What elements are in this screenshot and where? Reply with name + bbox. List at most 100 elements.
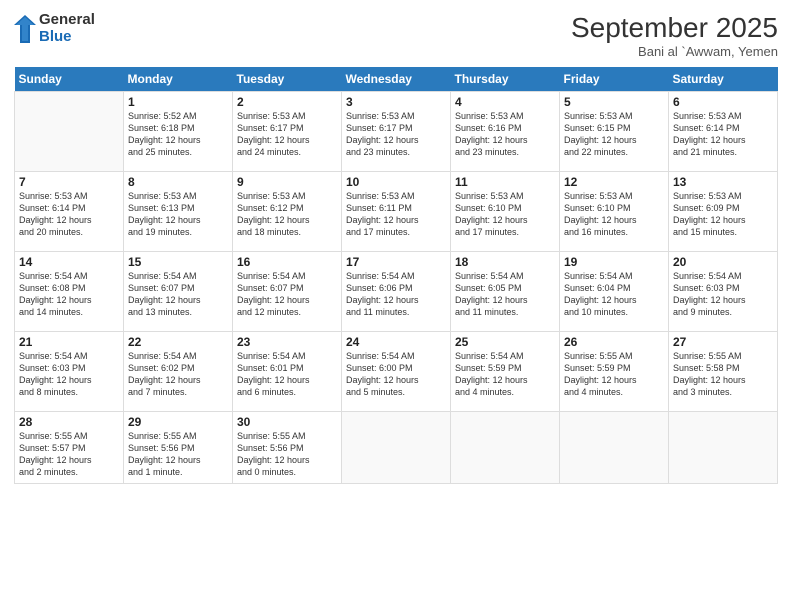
- cell-content: Sunrise: 5:54 AM Sunset: 6:06 PM Dayligh…: [346, 270, 446, 319]
- day-number: 25: [455, 335, 555, 349]
- day-number: 29: [128, 415, 228, 429]
- cell-content: Sunrise: 5:54 AM Sunset: 6:05 PM Dayligh…: [455, 270, 555, 319]
- cell-content: Sunrise: 5:54 AM Sunset: 5:59 PM Dayligh…: [455, 350, 555, 399]
- cal-cell: 15Sunrise: 5:54 AM Sunset: 6:07 PM Dayli…: [124, 252, 233, 332]
- cal-cell: 1Sunrise: 5:52 AM Sunset: 6:18 PM Daylig…: [124, 92, 233, 172]
- cal-cell: 21Sunrise: 5:54 AM Sunset: 6:03 PM Dayli…: [15, 332, 124, 412]
- day-number: 16: [237, 255, 337, 269]
- cal-cell: 13Sunrise: 5:53 AM Sunset: 6:09 PM Dayli…: [669, 172, 778, 252]
- header-sunday: Sunday: [15, 67, 124, 92]
- day-number: 3: [346, 95, 446, 109]
- cell-content: Sunrise: 5:55 AM Sunset: 5:59 PM Dayligh…: [564, 350, 664, 399]
- cell-content: Sunrise: 5:55 AM Sunset: 5:58 PM Dayligh…: [673, 350, 773, 399]
- cal-cell: 3Sunrise: 5:53 AM Sunset: 6:17 PM Daylig…: [342, 92, 451, 172]
- cell-content: Sunrise: 5:54 AM Sunset: 6:02 PM Dayligh…: [128, 350, 228, 399]
- cal-cell: 10Sunrise: 5:53 AM Sunset: 6:11 PM Dayli…: [342, 172, 451, 252]
- day-header-row: Sunday Monday Tuesday Wednesday Thursday…: [15, 67, 778, 92]
- cell-content: Sunrise: 5:53 AM Sunset: 6:11 PM Dayligh…: [346, 190, 446, 239]
- cell-content: Sunrise: 5:54 AM Sunset: 6:00 PM Dayligh…: [346, 350, 446, 399]
- cell-content: Sunrise: 5:53 AM Sunset: 6:17 PM Dayligh…: [237, 110, 337, 159]
- day-number: 18: [455, 255, 555, 269]
- cal-cell: 20Sunrise: 5:54 AM Sunset: 6:03 PM Dayli…: [669, 252, 778, 332]
- title-area: September 2025 Bani al `Awwam, Yemen: [571, 12, 778, 59]
- cal-cell: 28Sunrise: 5:55 AM Sunset: 5:57 PM Dayli…: [15, 412, 124, 484]
- cell-content: Sunrise: 5:53 AM Sunset: 6:13 PM Dayligh…: [128, 190, 228, 239]
- day-number: 30: [237, 415, 337, 429]
- day-number: 27: [673, 335, 773, 349]
- day-number: 13: [673, 175, 773, 189]
- calendar-week-3: 14Sunrise: 5:54 AM Sunset: 6:08 PM Dayli…: [15, 252, 778, 332]
- cal-cell: 29Sunrise: 5:55 AM Sunset: 5:56 PM Dayli…: [124, 412, 233, 484]
- cal-cell: 2Sunrise: 5:53 AM Sunset: 6:17 PM Daylig…: [233, 92, 342, 172]
- logo-general: General: [39, 12, 95, 29]
- cal-cell: 16Sunrise: 5:54 AM Sunset: 6:07 PM Dayli…: [233, 252, 342, 332]
- day-number: 12: [564, 175, 664, 189]
- location-subtitle: Bani al `Awwam, Yemen: [571, 44, 778, 59]
- header-wednesday: Wednesday: [342, 67, 451, 92]
- month-title: September 2025: [571, 12, 778, 44]
- cell-content: Sunrise: 5:55 AM Sunset: 5:56 PM Dayligh…: [128, 430, 228, 479]
- day-number: 11: [455, 175, 555, 189]
- day-number: 19: [564, 255, 664, 269]
- logo-icon: [14, 15, 36, 43]
- logo: General Blue: [14, 12, 95, 45]
- cal-cell: 7Sunrise: 5:53 AM Sunset: 6:14 PM Daylig…: [15, 172, 124, 252]
- day-number: 5: [564, 95, 664, 109]
- cell-content: Sunrise: 5:53 AM Sunset: 6:17 PM Dayligh…: [346, 110, 446, 159]
- cell-content: Sunrise: 5:53 AM Sunset: 6:10 PM Dayligh…: [564, 190, 664, 239]
- cell-content: Sunrise: 5:54 AM Sunset: 6:08 PM Dayligh…: [19, 270, 119, 319]
- header-friday: Friday: [560, 67, 669, 92]
- day-number: 20: [673, 255, 773, 269]
- cell-content: Sunrise: 5:53 AM Sunset: 6:14 PM Dayligh…: [19, 190, 119, 239]
- header-thursday: Thursday: [451, 67, 560, 92]
- cal-cell: 24Sunrise: 5:54 AM Sunset: 6:00 PM Dayli…: [342, 332, 451, 412]
- cell-content: Sunrise: 5:53 AM Sunset: 6:14 PM Dayligh…: [673, 110, 773, 159]
- day-number: 22: [128, 335, 228, 349]
- header-tuesday: Tuesday: [233, 67, 342, 92]
- cal-cell: 9Sunrise: 5:53 AM Sunset: 6:12 PM Daylig…: [233, 172, 342, 252]
- cell-content: Sunrise: 5:54 AM Sunset: 6:03 PM Dayligh…: [673, 270, 773, 319]
- cell-content: Sunrise: 5:54 AM Sunset: 6:03 PM Dayligh…: [19, 350, 119, 399]
- cal-cell: [342, 412, 451, 484]
- cal-cell: 25Sunrise: 5:54 AM Sunset: 5:59 PM Dayli…: [451, 332, 560, 412]
- cal-cell: 12Sunrise: 5:53 AM Sunset: 6:10 PM Dayli…: [560, 172, 669, 252]
- day-number: 28: [19, 415, 119, 429]
- cal-cell: [451, 412, 560, 484]
- cell-content: Sunrise: 5:53 AM Sunset: 6:16 PM Dayligh…: [455, 110, 555, 159]
- cell-content: Sunrise: 5:54 AM Sunset: 6:01 PM Dayligh…: [237, 350, 337, 399]
- cell-content: Sunrise: 5:52 AM Sunset: 6:18 PM Dayligh…: [128, 110, 228, 159]
- cal-cell: [669, 412, 778, 484]
- cal-cell: 6Sunrise: 5:53 AM Sunset: 6:14 PM Daylig…: [669, 92, 778, 172]
- calendar-week-4: 21Sunrise: 5:54 AM Sunset: 6:03 PM Dayli…: [15, 332, 778, 412]
- cal-cell: [15, 92, 124, 172]
- cal-cell: 26Sunrise: 5:55 AM Sunset: 5:59 PM Dayli…: [560, 332, 669, 412]
- day-number: 17: [346, 255, 446, 269]
- cell-content: Sunrise: 5:54 AM Sunset: 6:07 PM Dayligh…: [237, 270, 337, 319]
- logo-blue: Blue: [39, 29, 95, 46]
- day-number: 14: [19, 255, 119, 269]
- cal-cell: [560, 412, 669, 484]
- header: General Blue September 2025 Bani al `Aww…: [14, 12, 778, 59]
- cell-content: Sunrise: 5:53 AM Sunset: 6:15 PM Dayligh…: [564, 110, 664, 159]
- cell-content: Sunrise: 5:53 AM Sunset: 6:10 PM Dayligh…: [455, 190, 555, 239]
- day-number: 8: [128, 175, 228, 189]
- day-number: 6: [673, 95, 773, 109]
- header-saturday: Saturday: [669, 67, 778, 92]
- calendar-week-2: 7Sunrise: 5:53 AM Sunset: 6:14 PM Daylig…: [15, 172, 778, 252]
- day-number: 23: [237, 335, 337, 349]
- cal-cell: 18Sunrise: 5:54 AM Sunset: 6:05 PM Dayli…: [451, 252, 560, 332]
- day-number: 7: [19, 175, 119, 189]
- cal-cell: 23Sunrise: 5:54 AM Sunset: 6:01 PM Dayli…: [233, 332, 342, 412]
- page-container: General Blue September 2025 Bani al `Aww…: [0, 0, 792, 612]
- cell-content: Sunrise: 5:53 AM Sunset: 6:09 PM Dayligh…: [673, 190, 773, 239]
- day-number: 2: [237, 95, 337, 109]
- cell-content: Sunrise: 5:54 AM Sunset: 6:07 PM Dayligh…: [128, 270, 228, 319]
- calendar-week-5: 28Sunrise: 5:55 AM Sunset: 5:57 PM Dayli…: [15, 412, 778, 484]
- cell-content: Sunrise: 5:55 AM Sunset: 5:57 PM Dayligh…: [19, 430, 119, 479]
- day-number: 26: [564, 335, 664, 349]
- cal-cell: 5Sunrise: 5:53 AM Sunset: 6:15 PM Daylig…: [560, 92, 669, 172]
- header-monday: Monday: [124, 67, 233, 92]
- cal-cell: 30Sunrise: 5:55 AM Sunset: 5:56 PM Dayli…: [233, 412, 342, 484]
- cell-content: Sunrise: 5:53 AM Sunset: 6:12 PM Dayligh…: [237, 190, 337, 239]
- cal-cell: 22Sunrise: 5:54 AM Sunset: 6:02 PM Dayli…: [124, 332, 233, 412]
